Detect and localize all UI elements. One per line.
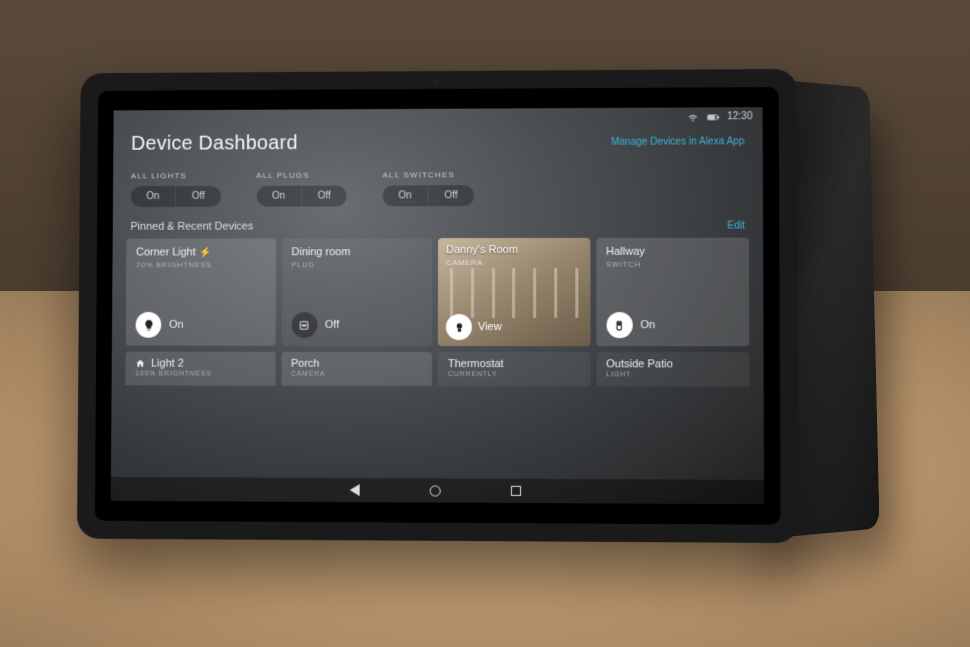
device-card-corner-light[interactable]: Corner Light ⚡ 70% BRIGHTNESS On bbox=[126, 238, 276, 345]
card-state: Off bbox=[325, 319, 339, 331]
card-title: Danny's Room bbox=[446, 244, 518, 256]
all-lights-label: ALL LIGHTS bbox=[131, 171, 221, 180]
bulb-icon[interactable] bbox=[136, 312, 162, 338]
all-lights-off[interactable]: Off bbox=[175, 186, 221, 207]
device-card-dannys-room[interactable]: Danny's Room CAMERA View bbox=[438, 238, 590, 346]
home-icon bbox=[135, 359, 145, 369]
card-subtitle: CAMERA bbox=[446, 258, 518, 267]
home-button[interactable] bbox=[429, 485, 440, 496]
all-plugs-toggle: On Off bbox=[256, 186, 347, 207]
card-state: View bbox=[478, 321, 502, 333]
device-cards-row-2: Light 2 100% BRIGHTNESS Porch CAMERA The… bbox=[112, 346, 764, 387]
plug-icon[interactable] bbox=[291, 312, 317, 338]
all-plugs-label: ALL PLUGS bbox=[256, 171, 347, 180]
nav-bar bbox=[111, 477, 764, 504]
card-state: On bbox=[640, 319, 655, 331]
all-plugs-on[interactable]: On bbox=[256, 186, 301, 207]
card-footer: On bbox=[136, 312, 266, 338]
card-subtitle: CAMERA bbox=[291, 371, 422, 378]
device-card-porch[interactable]: Porch CAMERA bbox=[281, 352, 432, 386]
card-title: Outside Patio bbox=[606, 358, 739, 370]
card-title-text: Corner Light bbox=[136, 246, 196, 258]
edit-link[interactable]: Edit bbox=[727, 220, 744, 231]
bezel: 12:30 Device Dashboard Manage Devices in… bbox=[95, 87, 781, 525]
wifi-icon bbox=[687, 112, 699, 122]
manage-devices-link[interactable]: Manage Devices in Alexa App bbox=[611, 136, 744, 148]
pinned-section-title: Pinned & Recent Devices bbox=[130, 221, 253, 233]
all-lights-on[interactable]: On bbox=[131, 186, 176, 207]
card-state: On bbox=[169, 319, 184, 331]
bolt-icon: ⚡ bbox=[200, 247, 212, 258]
card-subtitle: CURRENTLY bbox=[448, 371, 580, 378]
card-subtitle: Light bbox=[606, 371, 739, 378]
all-plugs-off[interactable]: Off bbox=[301, 186, 347, 207]
card-title-text: Light 2 bbox=[151, 358, 184, 370]
page-title: Device Dashboard bbox=[131, 132, 298, 155]
all-plugs-group: ALL PLUGS On Off bbox=[256, 171, 347, 207]
crib-graphic bbox=[450, 268, 578, 318]
device-card-outside-patio[interactable]: Outside Patio Light bbox=[596, 352, 749, 387]
card-title: Dining room bbox=[291, 246, 422, 258]
all-switches-group: ALL SWITCHES On Off bbox=[382, 170, 473, 206]
screen: 12:30 Device Dashboard Manage Devices in… bbox=[111, 107, 764, 504]
all-switches-off[interactable]: Off bbox=[428, 185, 474, 206]
card-title: Hallway bbox=[606, 246, 739, 258]
device-card-hallway[interactable]: Hallway SWITCH On bbox=[596, 238, 749, 347]
card-subtitle: PLUG bbox=[291, 260, 422, 269]
switch-icon[interactable] bbox=[606, 312, 632, 338]
card-title: Corner Light ⚡ bbox=[136, 246, 266, 258]
card-footer: Off bbox=[291, 312, 422, 338]
card-footer: On bbox=[606, 312, 739, 338]
device-card-dining-room[interactable]: Dining room PLUG Off bbox=[281, 238, 432, 346]
clock: 12:30 bbox=[727, 111, 752, 122]
card-subtitle: 70% BRIGHTNESS bbox=[136, 260, 266, 269]
card-title: Porch bbox=[291, 358, 422, 370]
quick-controls-row: ALL LIGHTS On Off ALL PLUGS On Off ALL S… bbox=[113, 163, 763, 221]
device-cards-row-1: Corner Light ⚡ 70% BRIGHTNESS On bbox=[112, 238, 764, 347]
back-button[interactable] bbox=[349, 484, 359, 496]
device-card-thermostat[interactable]: Thermostat CURRENTLY bbox=[438, 352, 590, 386]
recents-button[interactable] bbox=[510, 486, 520, 496]
all-lights-toggle: On Off bbox=[131, 186, 221, 207]
header: Device Dashboard Manage Devices in Alexa… bbox=[113, 126, 763, 165]
all-switches-toggle: On Off bbox=[382, 185, 473, 206]
card-title: Light 2 bbox=[135, 358, 265, 370]
card-subtitle: 100% BRIGHTNESS bbox=[135, 371, 265, 378]
device-card-light-2[interactable]: Light 2 100% BRIGHTNESS bbox=[125, 352, 275, 386]
card-subtitle: SWITCH bbox=[606, 260, 739, 269]
card-footer: View bbox=[446, 314, 502, 340]
all-lights-group: ALL LIGHTS On Off bbox=[131, 171, 221, 207]
front-camera bbox=[432, 79, 438, 85]
camera-icon[interactable] bbox=[446, 314, 472, 340]
card-title: Thermostat bbox=[448, 358, 580, 370]
all-switches-on[interactable]: On bbox=[382, 185, 427, 206]
tablet-frame: 12:30 Device Dashboard Manage Devices in… bbox=[77, 69, 799, 543]
pinned-section-header: Pinned & Recent Devices Edit bbox=[113, 219, 763, 238]
battery-icon bbox=[707, 112, 719, 122]
all-switches-label: ALL SWITCHES bbox=[382, 170, 473, 179]
